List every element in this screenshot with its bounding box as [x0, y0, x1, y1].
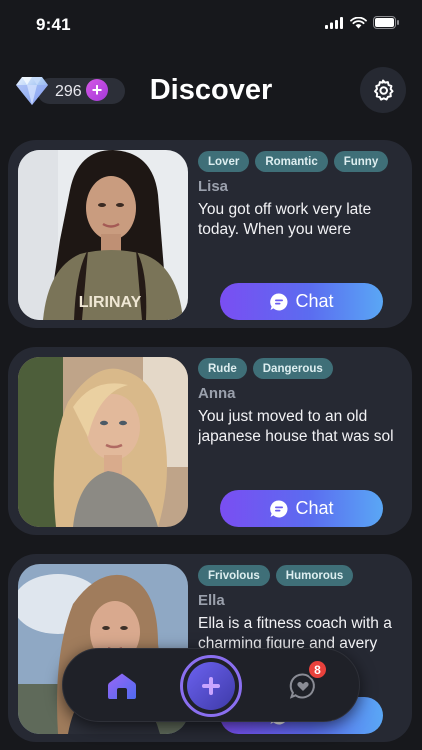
- settings-button[interactable]: [360, 67, 406, 113]
- character-photo[interactable]: LIRINAY: [18, 150, 188, 320]
- status-icons: [325, 16, 400, 29]
- character-name: Lisa: [198, 178, 229, 195]
- status-bar: 9:41: [0, 0, 422, 50]
- character-card[interactable]: Rude Dangerous Anna You just moved to an…: [8, 347, 412, 535]
- status-time: 9:41: [36, 15, 71, 34]
- header: 296 + Discover: [0, 62, 422, 122]
- tag-list: Lover Romantic Funny: [198, 151, 389, 172]
- character-description: You just moved to an old japanese house …: [198, 408, 394, 445]
- tag-list: Frivolous Humorous: [198, 565, 354, 586]
- bottom-tab-bar: 8: [62, 648, 360, 722]
- tag: Rude: [198, 358, 247, 379]
- tag: Humorous: [275, 565, 354, 586]
- create-button-inner: [187, 662, 235, 710]
- battery-icon: [373, 16, 399, 29]
- chat-button[interactable]: Chat: [220, 490, 383, 527]
- home-icon: [108, 673, 136, 699]
- chat-bubble-icon: [270, 499, 288, 517]
- signal-icon: [325, 16, 343, 29]
- chat-button[interactable]: Chat: [220, 283, 383, 320]
- gear-icon: [374, 79, 394, 101]
- character-card[interactable]: LIRINAY Lover Romantic Funny Lisa You go…: [8, 140, 412, 328]
- plus-icon: [202, 677, 220, 695]
- tag: Romantic: [255, 151, 328, 172]
- wifi-icon: [350, 16, 367, 28]
- messages-badge: 8: [307, 659, 328, 680]
- shirt-text: LIRINAY: [79, 294, 142, 311]
- chat-button-label: Chat: [295, 498, 334, 518]
- tag: Lover: [198, 151, 250, 172]
- character-description: You got off work very late today. When y…: [198, 201, 372, 238]
- tag-list: Rude Dangerous: [198, 358, 333, 379]
- tag: Frivolous: [198, 565, 270, 586]
- page-title: Discover: [149, 74, 273, 106]
- tag: Funny: [333, 151, 389, 172]
- character-name: Anna: [198, 385, 236, 402]
- tab-home[interactable]: [107, 672, 137, 705]
- chat-bubble-icon: [270, 292, 288, 310]
- create-button[interactable]: [180, 655, 242, 717]
- chat-button-label: Chat: [295, 291, 334, 311]
- tag: Dangerous: [252, 358, 333, 379]
- character-photo[interactable]: [18, 357, 188, 527]
- character-name: Ella: [198, 592, 225, 609]
